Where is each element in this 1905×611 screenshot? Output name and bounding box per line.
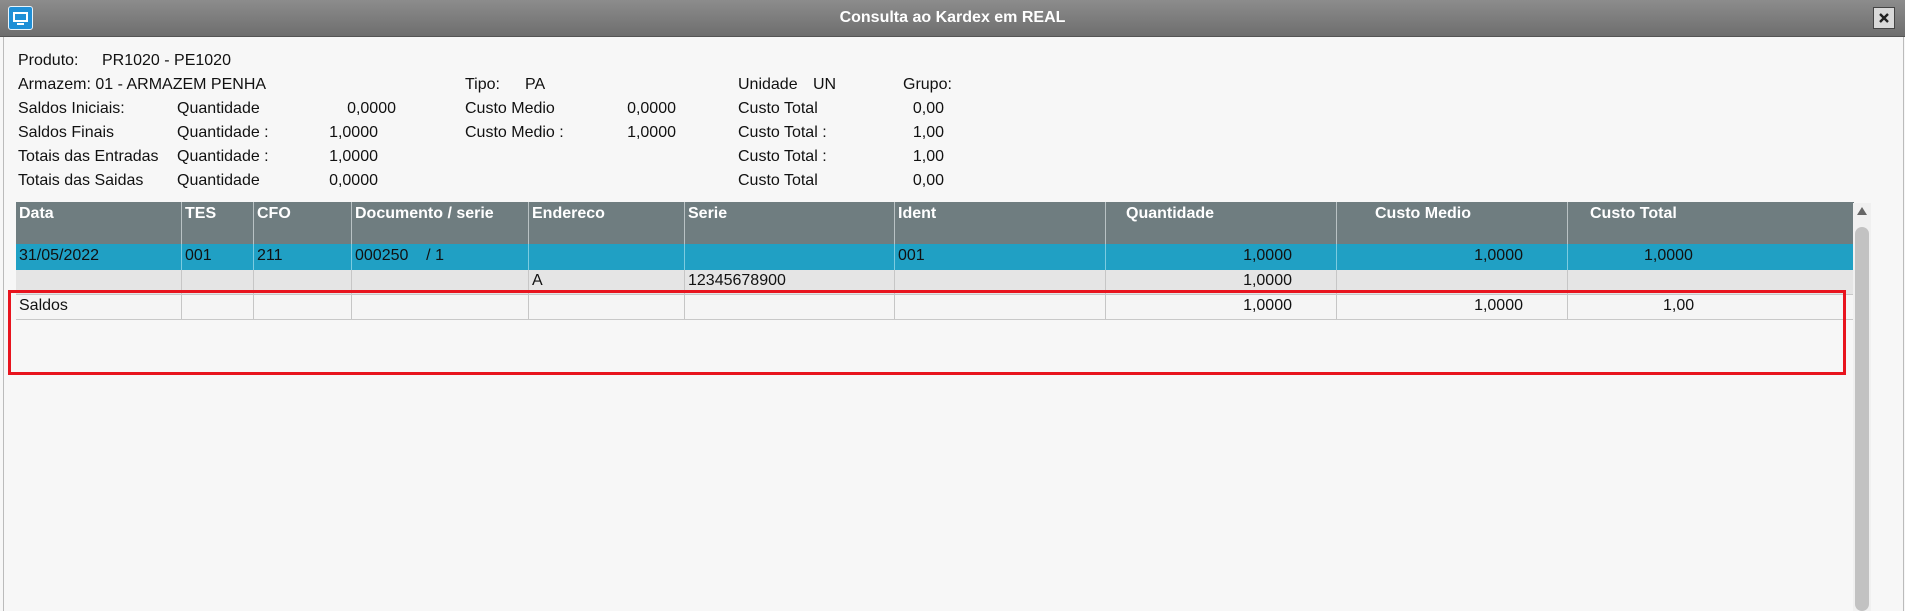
col-header-serie[interactable]: Serie — [685, 202, 895, 244]
totais-saidas-ct-label: Custo Total — [738, 172, 818, 189]
cell-custo-total: 1,0000 — [1644, 247, 1693, 264]
totais-entradas-qtd-label: Quantidade : — [177, 148, 269, 165]
saldos-finais-cm: 1,0000 — [627, 124, 676, 141]
saldos-iniciais-cm: 0,0000 — [627, 100, 676, 117]
saldos-finais-qtd: 1,0000 — [329, 124, 378, 141]
col-header-ident[interactable]: Ident — [895, 202, 1106, 244]
close-icon[interactable] — [1873, 7, 1895, 29]
armazem-text: Armazem: 01 - ARMAZEM PENHA — [18, 76, 267, 93]
grupo-label: Grupo: — [903, 76, 952, 93]
saldos-iniciais-qtd-label: Quantidade — [177, 100, 260, 117]
window-title: Consulta ao Kardex em REAL — [839, 9, 1066, 26]
tipo-label: Tipo: — [465, 76, 500, 93]
grid-header: Data TES CFO Documento / serie Endereco … — [16, 202, 1854, 244]
title-bar: Consulta ao Kardex em REAL — [0, 0, 1905, 37]
unidade-label: Unidade — [738, 76, 798, 93]
saldos-iniciais-cm-label: Custo Medio — [465, 100, 555, 117]
saldos-iniciais-qtd: 0,0000 — [347, 100, 396, 117]
totais-entradas-label: Totais das Entradas — [18, 148, 159, 165]
scroll-thumb[interactable] — [1855, 227, 1869, 611]
totais-entradas-ct: 1,00 — [912, 148, 944, 165]
saldos-finais-qtd-label: Quantidade : — [177, 124, 269, 141]
cell-tes: 001 — [182, 244, 254, 270]
cell-custo-medio: 1,0000 — [1337, 244, 1568, 270]
col-header-quantidade[interactable]: Quantidade — [1106, 202, 1337, 244]
table-row[interactable]: 31/05/2022 001 211 000250 / 1 001 1,0000… — [16, 244, 1854, 270]
totais-saidas-qtd: 0,0000 — [329, 172, 378, 189]
totais-saidas-label: Totais das Saidas — [18, 172, 144, 189]
totais-saidas-qtd-label: Quantidade — [177, 172, 260, 189]
saldos-finais-ct-label: Custo Total : — [738, 124, 827, 141]
col-header-custo-total[interactable]: Custo Total — [1568, 202, 1854, 244]
totais-entradas-ct-label: Custo Total : — [738, 148, 827, 165]
totais-entradas-qtd: 1,0000 — [329, 148, 378, 165]
saldos-iniciais-label: Saldos Iniciais: — [18, 100, 125, 117]
col-header-data[interactable]: Data — [16, 202, 182, 244]
cell-data: 31/05/2022 — [16, 244, 182, 270]
cell-ident: 001 — [895, 244, 1106, 270]
saldos-finais-ct: 1,00 — [912, 124, 944, 141]
col-header-endereco[interactable]: Endereco — [529, 202, 685, 244]
col-header-cfo[interactable]: CFO — [254, 202, 352, 244]
vertical-scrollbar[interactable] — [1853, 203, 1871, 611]
col-header-custo-medio[interactable]: Custo Medio — [1337, 202, 1568, 244]
saldos-finais-label: Saldos Finais — [18, 124, 115, 141]
cell-serie — [685, 244, 895, 270]
col-header-tes[interactable]: TES — [182, 202, 254, 244]
saldos-finais-cm-label: Custo Medio : — [465, 124, 564, 141]
saldos-iniciais-ct: 0,00 — [912, 100, 944, 117]
saldos-iniciais-ct-label: Custo Total — [738, 100, 818, 117]
totais-saidas-ct: 0,00 — [912, 172, 944, 189]
cell-cfo: 211 — [254, 244, 352, 270]
col-header-documento[interactable]: Documento / serie — [352, 202, 529, 244]
cell-quantidade: 1,0000 — [1106, 244, 1337, 270]
highlight-box — [8, 290, 1846, 375]
produto-label: Produto: — [18, 52, 79, 69]
unidade-value: UN — [813, 76, 837, 93]
arrow-up-icon[interactable] — [1857, 207, 1867, 215]
produto-value: PR1020 - PE1020 — [102, 52, 231, 69]
tipo-value: PA — [525, 76, 546, 93]
cell-documento: 000250 / 1 — [352, 244, 529, 270]
cell-endereco — [529, 244, 685, 270]
